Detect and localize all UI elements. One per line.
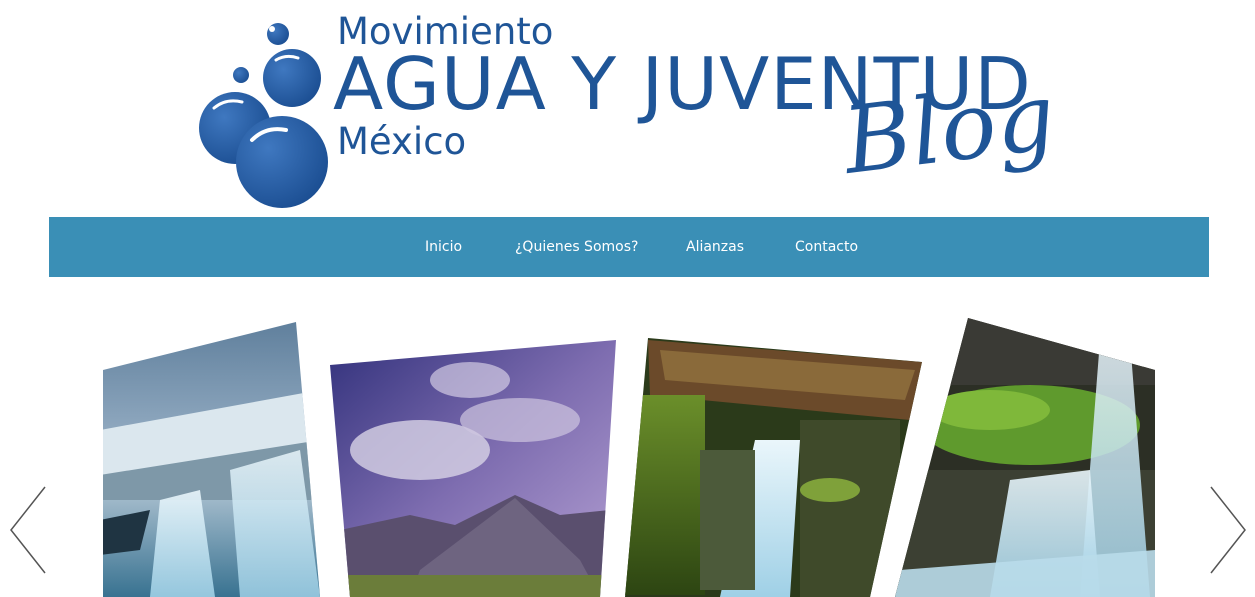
- main-nav: Inicio ¿Quienes Somos? Alianzas Contacto: [49, 217, 1209, 277]
- slide-4[interactable]: [890, 315, 1160, 597]
- logo-blog-tag: Blog: [837, 62, 1061, 195]
- slide-1[interactable]: [100, 320, 330, 597]
- nav-item-quienes-somos[interactable]: ¿Quienes Somos?: [515, 239, 638, 255]
- nav-item-inicio[interactable]: Inicio: [425, 239, 462, 255]
- nav-item-alianzas[interactable]: Alianzas: [686, 239, 744, 255]
- slide-3[interactable]: [620, 335, 930, 597]
- bubbles-logo-icon: [199, 23, 328, 208]
- nav-item-contacto[interactable]: Contacto: [795, 239, 858, 255]
- slide-2[interactable]: [325, 335, 625, 597]
- site-logo[interactable]: Movimiento AGUA Y JUVENTUD México Blog: [0, 0, 1255, 215]
- slide-frames: [100, 315, 1160, 597]
- image-slider: [0, 300, 1255, 597]
- chevron-right-icon[interactable]: [1208, 485, 1248, 575]
- chevron-left-icon[interactable]: [8, 485, 48, 575]
- logo-line-mexico: México: [337, 120, 467, 163]
